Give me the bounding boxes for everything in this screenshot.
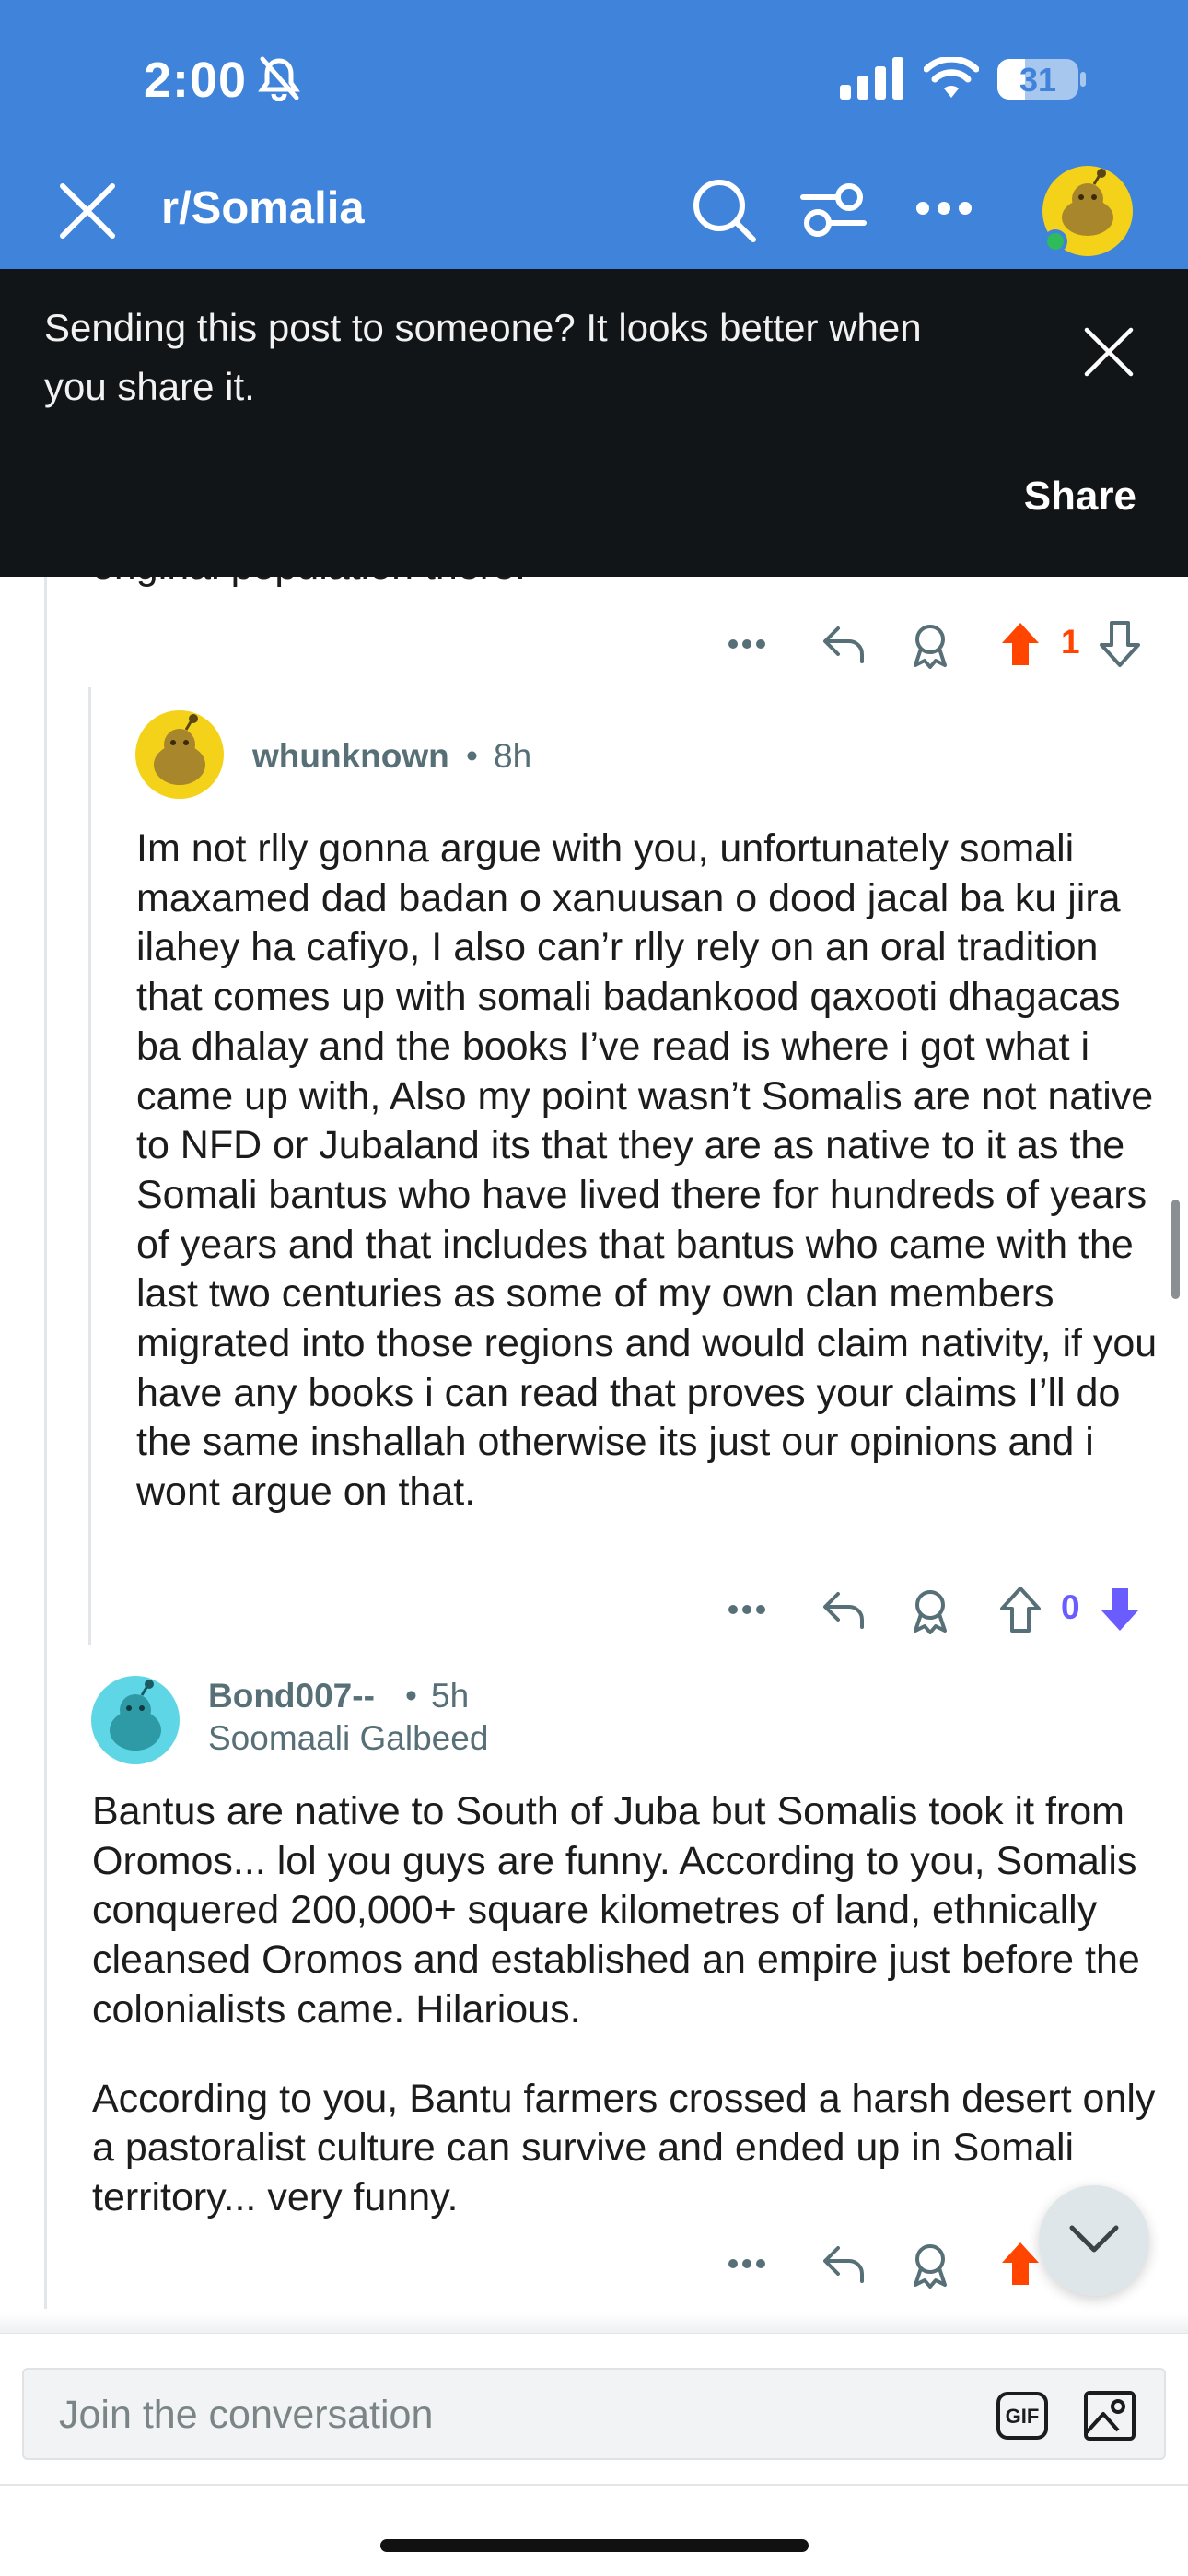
image-icon[interactable] — [1083, 2390, 1136, 2441]
scroll-down-button[interactable] — [1039, 2185, 1149, 2296]
award-icon[interactable] — [910, 1588, 950, 1634]
reply-icon[interactable] — [821, 2244, 866, 2285]
composer-shadow — [0, 2313, 1188, 2333]
upvote-icon[interactable] — [1000, 621, 1041, 667]
battery-level: 31 — [1019, 61, 1057, 99]
vote-count: 0 — [1061, 1588, 1080, 1626]
more-icon[interactable] — [728, 2257, 766, 2270]
previous-comment-text: original population there. — [92, 577, 526, 589]
scrollbar[interactable] — [1171, 1200, 1180, 1299]
more-icon[interactable] — [728, 638, 766, 650]
status-time: 2:00 — [144, 53, 248, 108]
close-icon[interactable] — [57, 181, 118, 241]
comment-actions: 0 — [728, 1579, 1151, 1644]
downvote-icon[interactable] — [1100, 621, 1140, 667]
battery-icon: 31 — [997, 59, 1078, 100]
comment-actions: 1 — [728, 614, 1151, 678]
thread-line-inner — [88, 687, 91, 1645]
comment-username[interactable]: whunknown — [252, 737, 449, 776]
user-avatar-icon[interactable] — [1041, 164, 1135, 258]
close-banner-icon[interactable] — [1083, 326, 1135, 378]
search-icon[interactable] — [691, 177, 757, 243]
comment-input-placeholder: Join the conversation — [59, 2393, 434, 2437]
more-options-icon[interactable] — [915, 201, 973, 216]
award-icon[interactable] — [910, 623, 950, 669]
gif-label: GIF — [1005, 2405, 1040, 2428]
meta-separator: • — [466, 737, 478, 775]
upvote-icon[interactable] — [1000, 1587, 1041, 1633]
user-flair: Soomaali Galbeed — [208, 1719, 489, 1757]
subreddit-title[interactable]: r/Somalia — [161, 182, 365, 234]
reply-icon[interactable] — [821, 625, 866, 665]
comment-body: Bantus are native to South of Juba but S… — [92, 1787, 1164, 2223]
cellular-signal-icon — [840, 57, 903, 100]
comment-paragraph: Im not rlly gonna argue with you, unfort… — [136, 826, 1158, 1515]
comment-time: 5h — [431, 1677, 470, 1715]
reply-icon[interactable] — [821, 1590, 866, 1631]
comment-time: 8h — [494, 737, 532, 775]
more-icon[interactable] — [728, 1603, 766, 1616]
battery-cap — [1080, 72, 1086, 87]
gif-button[interactable]: GIF — [996, 2392, 1048, 2440]
filter-icon[interactable] — [799, 181, 868, 240]
award-icon[interactable] — [910, 2242, 950, 2289]
top-bar: 2:00 31 r/Somalia — [0, 0, 1188, 269]
chevron-down-icon — [1069, 2225, 1119, 2253]
wifi-icon — [924, 57, 979, 98]
meta-separator: • — [405, 1677, 417, 1715]
home-indicator[interactable] — [380, 2539, 809, 2552]
avatar[interactable] — [134, 709, 225, 800]
comment-body: Im not rlly gonna argue with you, unfort… — [136, 825, 1164, 1517]
comment-paragraph: Bantus are native to South of Juba but S… — [92, 1789, 1140, 2032]
previous-comment-clip: original population there. — [0, 577, 1188, 599]
downvote-icon[interactable] — [1100, 1587, 1140, 1633]
comment-paragraph: According to you, Bantu farmers crossed … — [92, 2076, 1156, 2219]
divider — [0, 2484, 1188, 2486]
comment-username[interactable]: Bond007-- — [208, 1677, 375, 1715]
upvote-icon[interactable] — [1000, 2241, 1041, 2287]
avatar[interactable] — [90, 1675, 181, 1765]
vote-count: 1 — [1061, 623, 1080, 661]
thread-line-outer — [44, 577, 47, 2309]
share-banner-message: Sending this post to someone? It looks b… — [44, 306, 922, 408]
comment-actions — [728, 2233, 1059, 2298]
share-button[interactable]: Share — [1024, 474, 1136, 520]
silent-bell-icon — [258, 56, 300, 101]
